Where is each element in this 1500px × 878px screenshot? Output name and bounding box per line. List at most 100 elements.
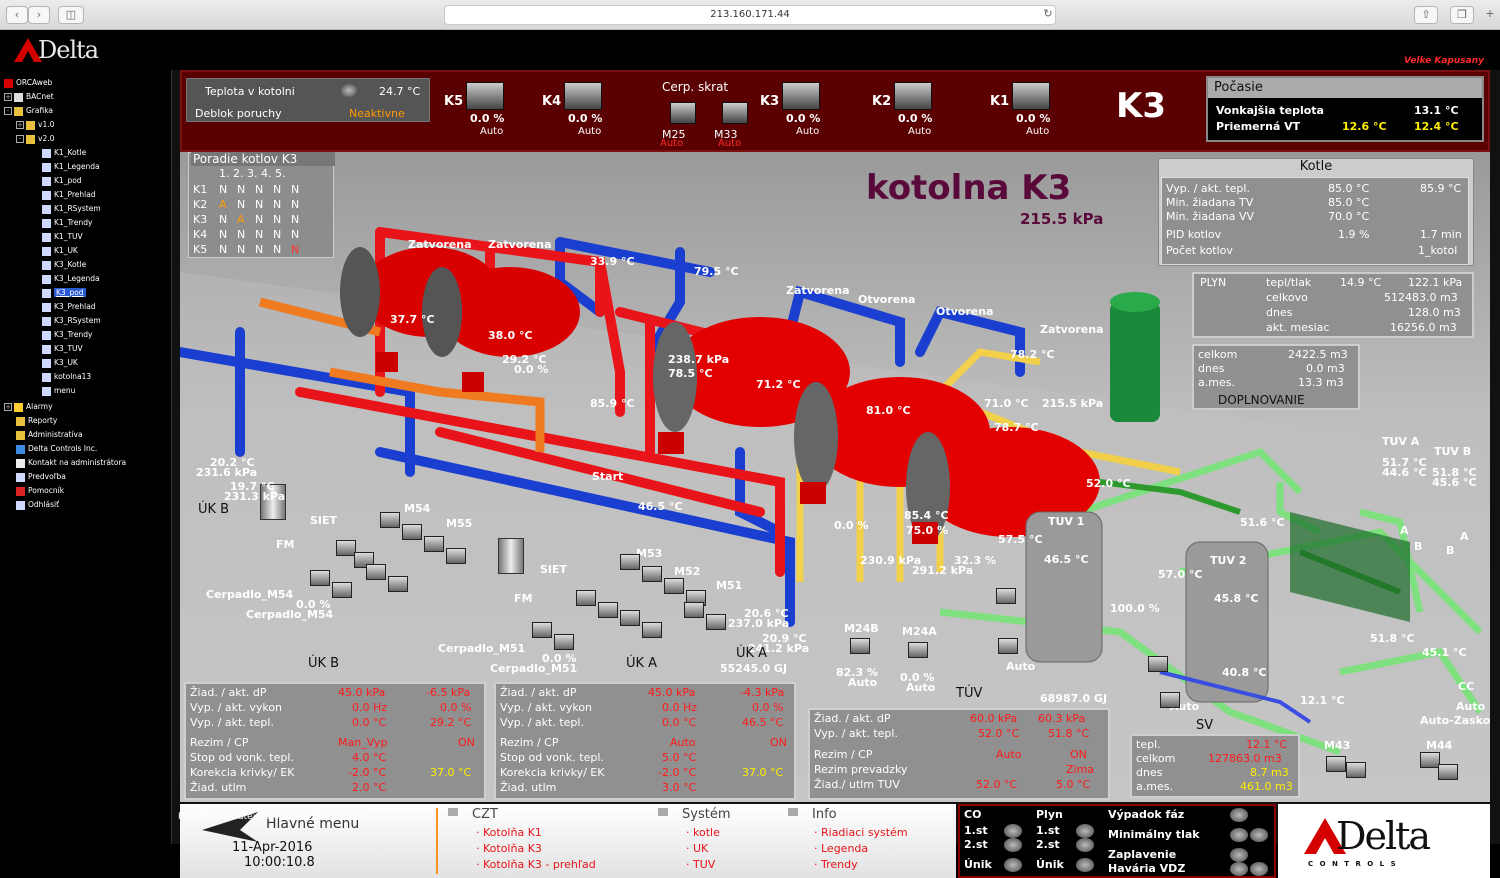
order-cell[interactable]: N <box>219 213 227 226</box>
pump-icon[interactable] <box>366 564 386 580</box>
sidebar-item[interactable]: K1_TUV <box>42 230 83 243</box>
expand-icon[interactable]: + <box>16 121 24 129</box>
pump-icon[interactable] <box>620 610 640 626</box>
sidebar-item[interactable]: K1_Trendy <box>42 216 92 229</box>
sidebar-item[interactable]: - Grafika <box>4 104 53 117</box>
order-cell[interactable]: N <box>291 228 299 241</box>
pump-icon[interactable] <box>664 578 684 594</box>
order-cell[interactable]: N <box>219 228 227 241</box>
order-cell[interactable]: N <box>237 243 245 256</box>
sidebar-item[interactable]: Kontakt na administrátora <box>16 456 126 469</box>
sidebar-item[interactable]: Delta Controls Inc. <box>16 442 97 455</box>
sidebar-item[interactable]: K3_Prehlad <box>42 300 96 313</box>
sidebar-item[interactable]: ORCAweb <box>4 76 52 89</box>
order-cell[interactable]: N <box>291 243 299 256</box>
sidebar-toggle-icon[interactable]: ◫ <box>58 6 84 24</box>
order-cell[interactable]: A <box>219 198 227 211</box>
sidebar-item[interactable]: + Alarmy <box>4 400 53 413</box>
sidebar-item[interactable]: K1_UK <box>42 244 78 257</box>
sidebar-item[interactable]: K3_Legenda <box>42 272 100 285</box>
pump-icon[interactable] <box>1346 762 1366 778</box>
boiler-k1-status-icon[interactable] <box>1012 82 1050 110</box>
boiler-k2-status-icon[interactable] <box>894 82 932 110</box>
order-cell[interactable]: N <box>273 243 281 256</box>
pump-icon[interactable] <box>598 602 618 618</box>
sidebar-item[interactable]: - v2.0 <box>16 132 54 145</box>
order-cell[interactable]: N <box>273 213 281 226</box>
expand-icon[interactable]: - <box>16 135 24 143</box>
sidebar-item[interactable]: kotolna13 <box>42 370 91 383</box>
pump-icon[interactable] <box>446 548 466 564</box>
pump-icon[interactable] <box>620 554 640 570</box>
ukb-pump-state[interactable]: ON <box>458 736 475 749</box>
footer-link[interactable]: · TUV <box>686 858 715 871</box>
sidebar-item[interactable]: K1_Prehlad <box>42 188 96 201</box>
sidebar-item[interactable]: K1_Kotle <box>42 146 86 159</box>
tabs-icon[interactable]: ❐ <box>1450 6 1474 24</box>
footer-link[interactable]: · Kotolňa K3 - prehľad <box>476 858 596 871</box>
footer-link[interactable]: · Riadiaci systém <box>814 826 908 839</box>
order-cell[interactable]: N <box>291 213 299 226</box>
tuv-mode-value[interactable]: Auto <box>996 748 1022 761</box>
pump-icon[interactable] <box>706 614 726 630</box>
pump-icon[interactable] <box>554 634 574 650</box>
pump-icon[interactable] <box>576 590 596 606</box>
pump-icon[interactable] <box>402 524 422 540</box>
order-cell[interactable]: N <box>273 228 281 241</box>
boiler-k4-mode[interactable]: Auto <box>578 126 601 137</box>
sidebar-item[interactable]: Predvoľba <box>16 470 66 483</box>
sidebar-item[interactable]: K3_pod <box>42 286 86 299</box>
url-bar[interactable]: 213.160.171.44 <box>444 5 1056 25</box>
pump-icon[interactable] <box>998 638 1018 654</box>
pump-icon[interactable] <box>1438 764 1458 780</box>
ukb-mode-value[interactable]: Man_Vyp <box>338 736 387 749</box>
pump-icon[interactable] <box>996 588 1016 604</box>
sidebar-item[interactable]: Pomocník <box>16 484 64 497</box>
tuv-pump-state[interactable]: ON <box>1070 748 1087 761</box>
pump-icon[interactable] <box>1148 656 1168 672</box>
sidebar-item[interactable]: + BACnet <box>4 90 54 103</box>
expand-icon[interactable]: + <box>4 403 12 411</box>
uka-mode-value[interactable]: Auto <box>670 736 696 749</box>
new-tab-icon[interactable]: + <box>1482 6 1498 24</box>
order-cell[interactable]: N <box>255 213 263 226</box>
pump-icon[interactable] <box>1160 692 1180 708</box>
pump-icon[interactable] <box>1326 756 1346 772</box>
boiler-k3-status-icon[interactable] <box>782 82 820 110</box>
order-cell[interactable]: N <box>237 228 245 241</box>
order-cell[interactable]: N <box>255 243 263 256</box>
sidebar-item[interactable]: K1_RSystem <box>42 202 101 215</box>
pump-m33-icon[interactable] <box>722 102 748 124</box>
order-cell[interactable]: N <box>291 183 299 196</box>
sidebar-item[interactable]: K3_Kotle <box>42 258 86 271</box>
sidebar-item[interactable]: K3_Trendy <box>42 328 92 341</box>
sidebar-item[interactable]: K3_UK <box>42 356 78 369</box>
order-cell[interactable]: N <box>273 183 281 196</box>
forward-button[interactable]: › <box>28 6 50 24</box>
sidebar-item[interactable]: Administratíva <box>16 428 83 441</box>
uka-pump-state[interactable]: ON <box>770 736 787 749</box>
order-cell[interactable]: N <box>273 198 281 211</box>
back-button[interactable]: ‹ <box>6 6 28 24</box>
boiler-k3-mode[interactable]: Auto <box>796 126 819 137</box>
sidebar-item[interactable]: Reporty <box>16 414 57 427</box>
pump-icon[interactable] <box>424 536 444 552</box>
order-cell[interactable]: N <box>237 198 245 211</box>
sidebar-item[interactable]: K1_Legenda <box>42 160 100 173</box>
boiler-k2-mode[interactable]: Auto <box>908 126 931 137</box>
footer-link[interactable]: · Trendy <box>814 858 858 871</box>
pump-icon[interactable] <box>908 642 928 658</box>
share-icon[interactable]: ⇧ <box>1414 6 1438 24</box>
boiler-k1-mode[interactable]: Auto <box>1026 126 1049 137</box>
pump-m25-icon[interactable] <box>670 102 696 124</box>
order-cell[interactable]: N <box>255 183 263 196</box>
reload-icon[interactable]: ↻ <box>1041 7 1055 21</box>
tuv-operation-value[interactable]: Zima <box>1066 763 1094 776</box>
flow-meter-m51-icon[interactable] <box>498 538 524 574</box>
footer-link[interactable]: · Kotolňa K1 <box>476 826 542 839</box>
sidebar-item[interactable]: K3_RSystem <box>42 314 101 327</box>
pump-icon[interactable] <box>642 566 662 582</box>
pump-icon[interactable] <box>310 570 330 586</box>
expand-icon[interactable]: + <box>4 93 12 101</box>
order-cell[interactable]: N <box>255 198 263 211</box>
